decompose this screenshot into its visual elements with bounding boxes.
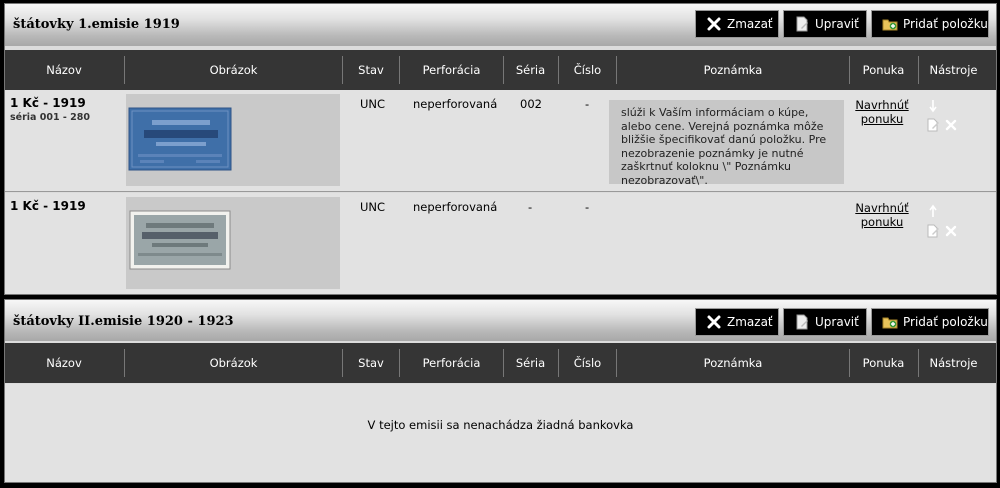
item-poznamka: slúži k Vaším informáciam o kúpe, alebo … [609,100,844,187]
edit-icon [794,314,810,330]
delete-label: Zmazať [727,17,773,31]
image-cell [126,94,340,186]
move-up-icon[interactable] [926,203,940,217]
column-header-nastroje: Nástroje [929,63,978,77]
section-header: štátovky II.emisie 1920 - 1923 Zmazať Up… [5,300,996,341]
column-header-seria: Séria [515,63,546,77]
delete-section-button[interactable]: Zmazať [695,10,779,38]
item-subtitle: séria 001 - 280 [10,112,90,123]
empty-table-body: V tejto emisii sa nenachádza žiadná bank… [5,384,996,482]
column-header-obrazok: Obrázok [209,63,258,77]
item-perforacia: neperforovaná [413,97,498,111]
empty-message: V tejto emisii sa nenachádza žiadná bank… [367,418,634,432]
edit-section-button[interactable]: Upraviť [783,308,867,336]
column-header-stav: Stav [358,63,384,77]
delete-section-button[interactable]: Zmazať [695,308,779,336]
section-title: štátovky 1.emisie 1919 [13,17,180,32]
table-header: Názov Obrázok Stav Perforácia Séria Čísl… [5,343,996,383]
column-header-nastroje: Nástroje [929,356,978,370]
edit-icon [794,16,810,32]
column-header-perforacia: Perforácia [422,63,481,77]
column-header-cislo: Číslo [573,356,602,370]
item-stav: UNC [360,97,386,111]
item-cislo: - [585,97,590,111]
section-header: štátovky 1.emisie 1919 Zmazať Upraviť Pr… [5,4,996,46]
item-seria: 002 [520,97,542,111]
edit-row-icon[interactable] [926,117,940,132]
item-cislo: - [585,200,590,214]
grey-banknote-image[interactable] [126,197,340,289]
column-header-nazov: Názov [46,63,82,77]
table-header: Názov Obrázok Stav Perforácia Séria Čísl… [5,50,996,90]
add-item-button[interactable]: Pridať položku [871,10,989,38]
column-header-ponuka: Ponuka [862,356,905,370]
column-header-poznamka: Poznámka [703,63,763,77]
delete-row-icon[interactable] [944,117,958,131]
table-row: 1 Kč - 1919 UNC neperforovaná - - Navrhn… [5,193,996,294]
column-header-perforacia: Perforácia [422,356,481,370]
column-header-seria: Séria [515,356,546,370]
add-item-label: Pridať položku [903,315,988,329]
image-cell [126,197,340,289]
move-down-icon[interactable] [926,98,940,113]
item-name: 1 Kč - 1919 [10,96,86,110]
section-title: štátovky II.emisie 1920 - 1923 [13,314,234,329]
item-name: 1 Kč - 1919 [10,199,86,213]
column-header-stav: Stav [358,356,384,370]
delete-icon [706,16,722,32]
item-perforacia: neperforovaná [413,200,498,214]
column-header-ponuka: Ponuka [862,63,905,77]
blue-banknote-image[interactable] [126,94,340,186]
edit-label: Upraviť [815,315,859,329]
delete-label: Zmazať [727,315,773,329]
add-item-label: Pridať položku [903,17,988,31]
propose-offer-link[interactable]: Navrhnúť ponuku [853,98,911,126]
column-header-cislo: Číslo [573,63,602,77]
delete-row-icon[interactable] [944,223,958,237]
delete-icon [706,314,722,330]
edit-section-button[interactable]: Upraviť [783,10,867,38]
section-panel-emisia-1: štátovky 1.emisie 1919 Zmazať Upraviť Pr… [4,3,997,295]
add-item-button[interactable]: Pridať položku [871,308,989,336]
propose-offer-link[interactable]: Navrhnúť ponuku [853,201,911,229]
section-panel-emisia-2: štátovky II.emisie 1920 - 1923 Zmazať Up… [4,299,997,483]
edit-row-icon[interactable] [926,223,940,238]
column-header-poznamka: Poznámka [703,356,763,370]
edit-label: Upraviť [815,17,859,31]
add-item-icon [882,314,898,330]
add-item-icon [882,16,898,32]
item-seria: - [528,200,533,214]
column-header-obrazok: Obrázok [209,356,258,370]
column-header-nazov: Názov [46,356,82,370]
table-row: 1 Kč - 1919 séria 001 - 280 UNC neperfor… [5,90,996,192]
item-stav: UNC [360,200,386,214]
